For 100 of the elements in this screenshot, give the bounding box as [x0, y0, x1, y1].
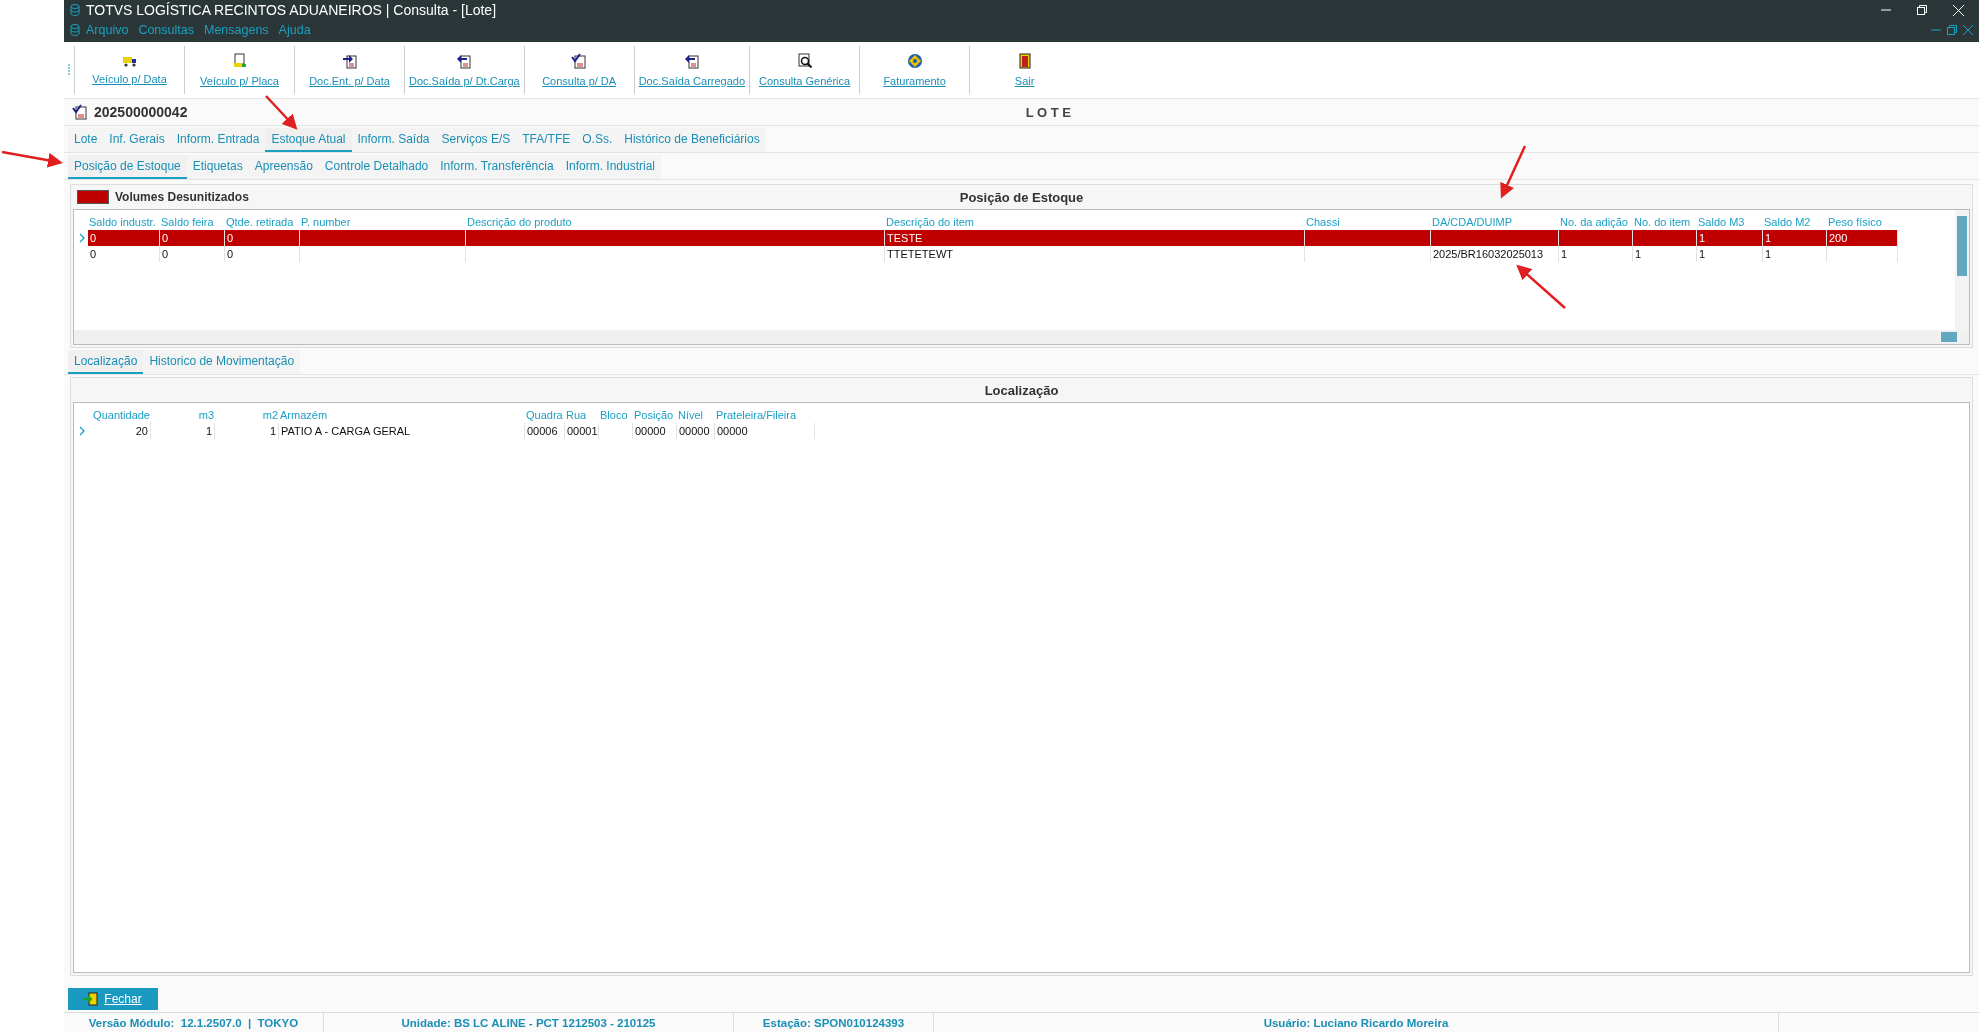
tab[interactable]: Inform. Industrial [559, 155, 661, 179]
column-header[interactable]: m3 [151, 409, 215, 421]
column-header[interactable]: Saldo feira [160, 216, 225, 228]
document-arrow-icon [683, 53, 700, 69]
document-arrow-icon [341, 53, 358, 69]
horizontal-scrollbar[interactable] [74, 330, 1969, 344]
menu-item[interactable]: Ajuda [278, 23, 311, 37]
column-header[interactable]: No. da adição [1559, 216, 1633, 228]
row-pointer-icon [78, 233, 86, 243]
menu-item[interactable]: Consultas [138, 23, 194, 37]
tab[interactable]: Histórico de Beneficiários [618, 128, 766, 152]
table-cell: 0 [88, 246, 160, 262]
tab[interactable]: Inf. Gerais [103, 128, 171, 152]
table-cell: 200 [1827, 230, 1898, 246]
table-cell: 20 [88, 423, 151, 439]
column-header[interactable]: Quantidade [88, 409, 151, 421]
menu-item[interactable]: Mensagens [204, 23, 269, 37]
form-title: L O T E [1025, 104, 1071, 120]
annotation-arrow [265, 95, 298, 130]
document-truck-icon [231, 53, 248, 69]
table-cell: 00000 [677, 423, 715, 439]
door-icon [1018, 53, 1031, 69]
tab[interactable]: Etiquetas [186, 155, 249, 179]
column-header[interactable]: Nível [677, 409, 715, 421]
column-header[interactable]: No. do item [1633, 216, 1697, 228]
table-cell: 1 [1763, 230, 1827, 246]
truck-icon [121, 55, 138, 67]
legend-label: Volumes Desunitizados [115, 190, 249, 204]
tab[interactable]: Localização [68, 350, 144, 374]
column-header[interactable]: Peso físico [1827, 216, 1898, 228]
table-cell: 00001 [565, 423, 599, 439]
table-cell: 0 [160, 246, 225, 262]
column-header[interactable]: P. number [300, 216, 466, 228]
table-cell: 1 [215, 423, 279, 439]
status-item: Unidade: BS LC ALINE - PCT 1212503 - 210125 [324, 1013, 734, 1032]
table-cell: 2025/BR16032025013 [1431, 246, 1559, 262]
table-cell: 0 [88, 230, 160, 246]
menu-item[interactable]: Arquivo [86, 23, 129, 37]
exit-icon [84, 992, 99, 1006]
annotation-arrow [1500, 145, 1527, 199]
table-cell: 00000 [633, 423, 677, 439]
column-header[interactable]: Saldo industr. [88, 216, 160, 228]
tab[interactable]: O.Ss. [576, 128, 619, 152]
table-cell: 1 [1697, 230, 1763, 246]
table-cell: 1 [1633, 246, 1697, 262]
column-header[interactable]: DA/CDA/DUIMP [1431, 216, 1559, 228]
annotation-arrow [1516, 264, 1566, 309]
column-header[interactable]: Armazém [279, 409, 525, 421]
tab[interactable]: Inform. Saída [351, 128, 436, 152]
status-item: Estação: SPON010124393 [734, 1013, 934, 1032]
column-header[interactable]: Qtde. retirada [225, 216, 300, 228]
table-cell: 0 [225, 246, 300, 262]
document-check-icon [571, 53, 588, 69]
close-button[interactable]: Fechar [68, 988, 158, 1010]
table-cell: TTETETEWT [885, 246, 1305, 262]
tab[interactable]: Controle Detalhado [318, 155, 435, 179]
tab[interactable]: Inform. Entrada [170, 128, 266, 152]
table-cell: 00006 [525, 423, 565, 439]
column-header[interactable]: Bloco [599, 409, 633, 421]
window-title: TOTVS LOGÍSTICA RECINTOS ADUANEIROS | Consulta - [Lote] [86, 2, 497, 18]
tab[interactable]: Inform. Transferência [434, 155, 560, 179]
database-icon [70, 4, 80, 16]
status-item: Usuário: Luciano Ricardo Moreira [934, 1013, 1779, 1032]
status-item: Versão Módulo: 12.1.2507.0 | TOKYO [64, 1013, 324, 1032]
column-header[interactable]: Posição [633, 409, 677, 421]
vertical-scrollbar[interactable] [1955, 210, 1969, 330]
column-header[interactable]: m2 [215, 409, 279, 421]
column-header[interactable]: Quadra [525, 409, 565, 421]
tab[interactable]: TFA/TFE [516, 128, 577, 152]
tab[interactable]: Serviços E/S [435, 128, 517, 152]
search-icon [796, 53, 813, 69]
column-header[interactable]: Saldo M3 [1697, 216, 1763, 228]
table-cell: 00000 [715, 423, 815, 439]
lot-number: 202500000042 [94, 104, 188, 120]
column-header[interactable]: Rua [565, 409, 599, 421]
panel-title: Localização [984, 382, 1059, 398]
table-cell: 1 [1559, 246, 1633, 262]
tab[interactable]: Posição de Estoque [68, 155, 187, 179]
row-pointer-icon [78, 426, 86, 436]
annotation-arrow [1, 150, 63, 168]
column-header[interactable]: Descrição do item [885, 216, 1305, 228]
table-cell: TESTE [885, 230, 1305, 246]
coin-icon [906, 53, 923, 69]
panel-title: Posição de Estoque [959, 189, 1084, 205]
tab[interactable]: Historico de Movimentação [143, 350, 301, 374]
table-cell: 0 [160, 230, 225, 246]
table-cell: 1 [1763, 246, 1827, 262]
tab[interactable]: Estoque Atual [265, 128, 352, 152]
database-icon [70, 24, 80, 36]
table-cell: 0 [225, 230, 300, 246]
column-header[interactable]: Descrição do produto [466, 216, 885, 228]
restore-icon[interactable] [1917, 5, 1927, 15]
table-cell: PATIO A - CARGA GERAL [279, 423, 525, 439]
column-header[interactable]: Saldo M2 [1763, 216, 1827, 228]
column-header[interactable]: Chassi [1305, 216, 1431, 228]
column-header[interactable]: Prateleira/Fileira [715, 409, 815, 421]
table-cell: 1 [151, 423, 215, 439]
tab[interactable]: Lote [68, 128, 104, 152]
tab[interactable]: Apreensão [248, 155, 319, 179]
document-check-icon [72, 104, 88, 120]
